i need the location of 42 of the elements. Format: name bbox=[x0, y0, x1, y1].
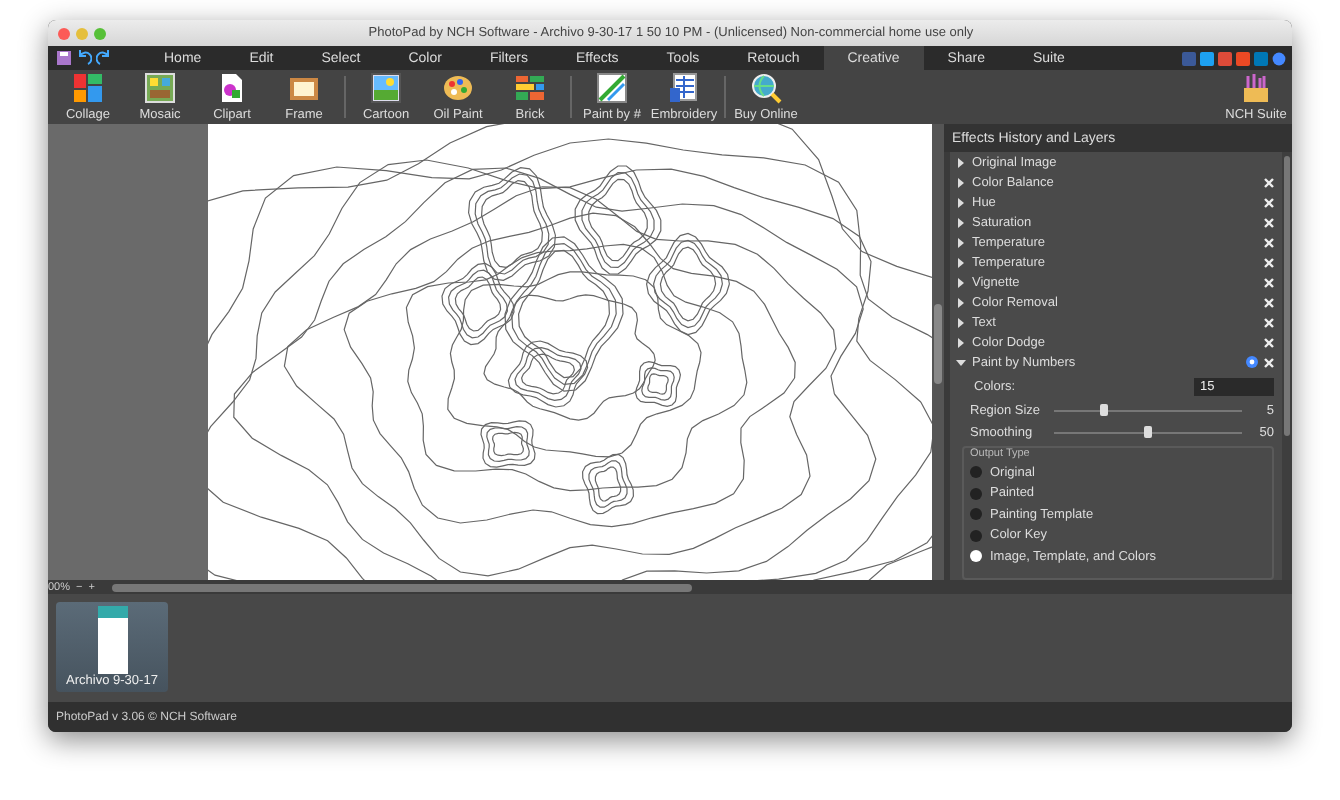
embroidery-icon bbox=[668, 72, 700, 104]
close-icon[interactable] bbox=[1264, 237, 1274, 247]
close-icon[interactable] bbox=[1264, 337, 1274, 347]
radio-button[interactable] bbox=[970, 466, 982, 479]
radio-button[interactable] bbox=[970, 550, 982, 563]
close-icon[interactable] bbox=[1264, 257, 1274, 267]
close-button[interactable] bbox=[58, 27, 70, 39]
linkedin-icon bbox=[1254, 51, 1268, 65]
scrollbar-thumb[interactable] bbox=[1284, 156, 1290, 436]
palette-icon bbox=[442, 72, 474, 104]
frame-icon bbox=[288, 72, 320, 104]
numbered-canvas-icon bbox=[596, 72, 628, 104]
radio-button[interactable] bbox=[970, 487, 982, 500]
help-icon bbox=[1272, 51, 1286, 65]
redo-icon bbox=[96, 50, 112, 66]
radio-button[interactable] bbox=[970, 508, 982, 521]
radio-button[interactable] bbox=[970, 529, 982, 542]
close-icon[interactable] bbox=[1264, 277, 1274, 287]
close-icon[interactable] bbox=[1264, 317, 1274, 327]
landscape-icon bbox=[370, 72, 402, 104]
brick-icon bbox=[514, 72, 546, 104]
undo-icon bbox=[76, 50, 92, 66]
close-icon[interactable] bbox=[1264, 297, 1274, 307]
scrollbar-thumb[interactable] bbox=[934, 304, 942, 384]
horizontal-scrollbar[interactable] bbox=[112, 583, 693, 591]
close-icon[interactable] bbox=[1264, 197, 1274, 207]
facebook-icon bbox=[1182, 51, 1196, 65]
twitter-icon bbox=[1200, 51, 1214, 65]
help-icon[interactable] bbox=[1246, 356, 1258, 368]
close-icon[interactable] bbox=[1264, 357, 1274, 367]
close-icon[interactable] bbox=[1264, 177, 1274, 187]
slider-thumb[interactable] bbox=[1144, 426, 1152, 438]
document-icon bbox=[216, 72, 248, 104]
stumbleupon-icon bbox=[1236, 51, 1250, 65]
collage-icon bbox=[72, 72, 104, 104]
slider-thumb[interactable] bbox=[1100, 404, 1109, 416]
mosaic-icon bbox=[144, 72, 176, 104]
close-icon[interactable] bbox=[1264, 217, 1274, 227]
save-icon bbox=[56, 50, 72, 66]
globe-magnifier-icon bbox=[750, 72, 782, 104]
pencil-cup-icon bbox=[1240, 72, 1272, 104]
google-plus-icon bbox=[1218, 51, 1232, 65]
